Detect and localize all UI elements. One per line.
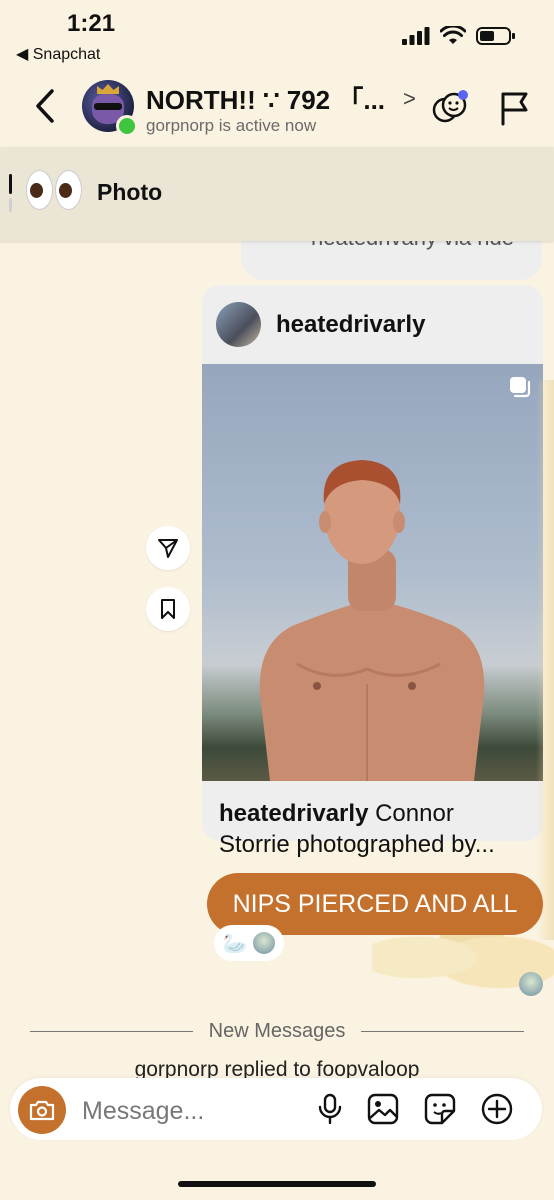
message-reactions[interactable]: 🦢 xyxy=(214,925,284,961)
battery-icon xyxy=(476,27,515,45)
post-caption[interactable]: heatedrivarly Connor Storrie photographe… xyxy=(219,798,529,860)
post-author-avatar[interactable] xyxy=(216,302,261,347)
flag-icon[interactable] xyxy=(498,90,532,126)
members-icon[interactable] xyxy=(430,88,470,128)
camera-button[interactable] xyxy=(18,1086,66,1134)
send-icon xyxy=(158,539,178,558)
post-photo[interactable] xyxy=(202,364,543,781)
chat-title[interactable]: NORTH!! ∵ 792 「... xyxy=(146,80,385,117)
duck-reaction-icon: 🦢 xyxy=(222,932,248,955)
gallery-icon[interactable] xyxy=(366,1092,400,1126)
previous-message-bubble[interactable]: heatedrivarly via ride xyxy=(241,241,542,280)
status-time: 1:21 xyxy=(67,10,116,37)
active-status-text: gorpnorp is active now xyxy=(146,116,317,135)
sent-message-text: NIPS PIERCED AND ALL xyxy=(232,889,518,918)
eyes-emoji-icon xyxy=(26,170,82,210)
chevron-right-icon[interactable]: > xyxy=(403,86,416,112)
status-icons xyxy=(402,26,516,46)
sticker-decoration xyxy=(536,380,554,940)
crown-icon xyxy=(97,84,119,94)
reply-banner[interactable] xyxy=(0,147,554,241)
new-messages-divider: New Messages xyxy=(30,1020,524,1043)
seen-by-avatar xyxy=(519,972,543,996)
sticker-icon[interactable] xyxy=(423,1092,457,1126)
back-to-app-link[interactable]: ◀ Snapchat xyxy=(16,44,100,64)
previous-message-text: heatedrivarly via ride xyxy=(311,241,514,251)
home-indicator[interactable] xyxy=(178,1181,376,1187)
reply-banner-label: Photo xyxy=(97,179,163,205)
add-icon[interactable] xyxy=(480,1092,514,1126)
back-arrow-icon[interactable] xyxy=(32,88,58,124)
post-author-username[interactable]: heatedrivarly xyxy=(276,311,425,339)
bookmark-icon xyxy=(161,599,175,619)
wifi-icon xyxy=(440,26,466,44)
reactor-avatar xyxy=(253,932,276,954)
multiple-photos-icon xyxy=(510,377,531,398)
shirtless-man-photo xyxy=(259,460,485,781)
save-button[interactable] xyxy=(146,587,190,631)
share-button[interactable] xyxy=(146,526,190,570)
message-input[interactable] xyxy=(80,1092,304,1130)
microphone-icon[interactable] xyxy=(313,1092,347,1126)
new-messages-label: New Messages xyxy=(208,1020,346,1042)
cellular-signal-icon xyxy=(402,27,430,45)
online-status-dot xyxy=(116,115,138,137)
caption-username: heatedrivarly xyxy=(219,800,369,827)
camera-icon xyxy=(29,1100,55,1121)
